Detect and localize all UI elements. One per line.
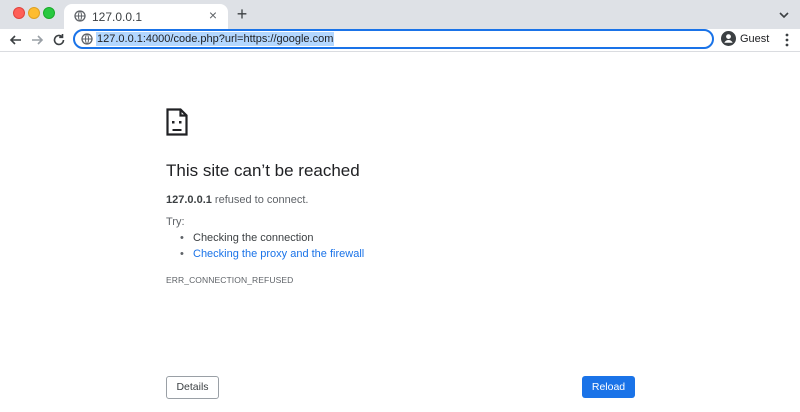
close-window-button[interactable]: [13, 7, 25, 19]
site-info-icon[interactable]: [81, 33, 93, 45]
address-bar[interactable]: 127.0.0.1:4000/code.php?url=https://goog…: [73, 29, 714, 49]
suggestion-text: Checking the connection: [193, 232, 314, 244]
error-message: refused to connect.: [211, 194, 309, 206]
suggestion-item-link[interactable]: • Checking the proxy and the firewall: [180, 248, 364, 260]
profile-button[interactable]: Guest: [718, 29, 774, 49]
try-label: Try:: [166, 216, 185, 228]
forward-arrow-icon[interactable]: [28, 31, 46, 49]
error-description: 127.0.0.1 refused to connect.: [166, 194, 309, 206]
error-host: 127.0.0.1: [166, 194, 212, 206]
browser-tab[interactable]: 127.0.0.1 ×: [64, 4, 228, 29]
close-tab-icon[interactable]: ×: [206, 8, 220, 22]
minimize-window-button[interactable]: [28, 7, 40, 19]
details-button[interactable]: Details: [166, 376, 219, 399]
profile-label: Guest: [740, 33, 770, 45]
reload-button[interactable]: Reload: [582, 376, 635, 398]
error-code: ERR_CONNECTION_REFUSED: [166, 275, 294, 285]
new-tab-button[interactable]: +: [233, 5, 251, 23]
address-text[interactable]: 127.0.0.1:4000/code.php?url=https://goog…: [96, 32, 335, 46]
toolbar-divider: [0, 51, 800, 52]
suggestion-item: • Checking the connection: [180, 232, 313, 244]
toolbar: 127.0.0.1:4000/code.php?url=https://goog…: [0, 29, 800, 51]
back-arrow-icon[interactable]: [7, 31, 25, 49]
more-menu-icon[interactable]: [781, 31, 793, 49]
bullet-icon: •: [180, 232, 184, 244]
suggestion-link[interactable]: Checking the proxy and the firewall: [193, 248, 364, 260]
reload-icon[interactable]: [50, 31, 68, 49]
error-title: This site can’t be reached: [166, 161, 360, 180]
globe-icon: [74, 10, 86, 22]
sad-file-icon: [166, 108, 188, 136]
browser-window: 127.0.0.1 × + 127.0.0.1:4000/code.php?ur…: [0, 0, 800, 412]
maximize-window-button[interactable]: [43, 7, 55, 19]
tab-strip: 127.0.0.1 × +: [0, 0, 800, 29]
tab-title: 127.0.0.1: [92, 10, 143, 24]
bullet-icon: •: [180, 248, 184, 260]
person-icon: [721, 31, 736, 46]
chevron-down-icon[interactable]: [777, 8, 791, 22]
